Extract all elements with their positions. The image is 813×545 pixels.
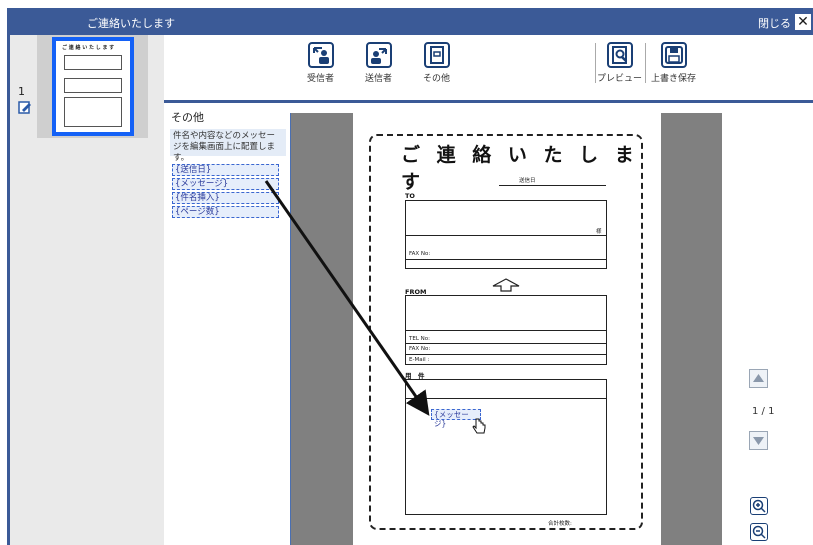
- title-bar: ご連絡いたします 閉じる ✕: [7, 8, 813, 35]
- recipient-icon: [307, 42, 334, 68]
- edit-icon[interactable]: [18, 100, 32, 114]
- thumbnail-panel: ご 連 絡 い た し ま す 1: [10, 35, 164, 545]
- field-page-count[interactable]: {ページ数}: [172, 206, 279, 218]
- from-divider: [406, 354, 606, 355]
- close-label[interactable]: 閉じる: [758, 15, 791, 31]
- toolbar-separator: [595, 43, 596, 83]
- send-date-label: 送信日: [519, 178, 536, 184]
- preview-label: プレビュー: [597, 74, 643, 84]
- preview-button[interactable]: プレビュー: [597, 42, 642, 84]
- other-button[interactable]: その他: [423, 42, 450, 84]
- page-indicator: 1 / 1: [752, 406, 775, 417]
- sender-icon: [365, 42, 392, 68]
- field-subject[interactable]: {件名挿入}: [172, 192, 279, 204]
- fax-to-label: FAX No:: [409, 251, 431, 257]
- total-pages-label: 合計枚数:: [548, 521, 572, 527]
- page-down-button[interactable]: [749, 431, 768, 450]
- fax-from-label: FAX No:: [409, 346, 431, 352]
- send-date-line: [499, 185, 606, 186]
- up-arrow-icon: [492, 278, 520, 292]
- thumbnail-title: ご 連 絡 い た し ま す: [62, 45, 115, 51]
- field-send-date[interactable]: {送信日}: [172, 164, 279, 176]
- preview-icon: [606, 42, 633, 68]
- page-number: 1: [18, 85, 25, 98]
- thumbnail-to-box: [64, 55, 122, 70]
- save-icon: [660, 42, 687, 68]
- other-icon: [423, 42, 450, 68]
- zoom-in-icon: [752, 499, 766, 513]
- other-panel-description: 件名や内容などのメッセージを編集画面上に配置します。: [170, 129, 286, 163]
- field-message[interactable]: {メッセージ}: [172, 178, 279, 190]
- recipient-label: 受信者: [307, 74, 335, 84]
- to-divider: [406, 259, 606, 260]
- tel-label: TEL No:: [409, 336, 430, 342]
- recipient-button[interactable]: 受信者: [307, 42, 334, 84]
- page-up-button[interactable]: [749, 369, 768, 388]
- save-button[interactable]: 上書き保存: [651, 42, 696, 84]
- to-divider: [406, 235, 606, 236]
- sender-label: 送信者: [365, 74, 393, 84]
- zoom-in-button[interactable]: [750, 497, 768, 515]
- other-panel-title: その他: [171, 111, 204, 124]
- email-label: E-Mail :: [409, 357, 430, 363]
- other-label: その他: [423, 74, 451, 84]
- sender-button[interactable]: 送信者: [365, 42, 392, 84]
- to-label: TO: [405, 192, 415, 200]
- zoom-out-icon: [752, 525, 766, 539]
- triangle-up-icon: [753, 374, 764, 382]
- toolbar-separator: [645, 43, 646, 83]
- hand-cursor-icon: [472, 418, 486, 434]
- to-box: 様 FAX No:: [405, 200, 607, 269]
- document-page[interactable]: ご 連 絡 い た し ま す 送信日 TO 様 FAX No: FROM TE…: [353, 113, 661, 545]
- triangle-down-icon: [753, 437, 764, 445]
- toolbar: 受信者 送信者 その他 プレビュー 上書き保存: [164, 35, 813, 102]
- subject-box: [405, 379, 607, 515]
- save-label: 上書き保存: [651, 74, 697, 84]
- zoom-out-button[interactable]: [750, 523, 768, 541]
- thumbnail-subject-box: [64, 97, 122, 127]
- from-divider: [406, 330, 606, 331]
- thumbnail-from-box: [64, 78, 122, 93]
- subject-divider: [406, 398, 606, 399]
- honorific: 様: [596, 229, 602, 235]
- from-box: TEL No: FAX No: E-Mail :: [405, 295, 607, 365]
- other-panel: その他 件名や内容などのメッセージを編集画面上に配置します。 {送信日} {メッ…: [164, 103, 289, 545]
- close-icon[interactable]: ✕: [795, 14, 811, 30]
- window-title: ご連絡いたします: [87, 17, 175, 30]
- from-divider: [406, 343, 606, 344]
- page-thumbnail[interactable]: ご 連 絡 い た し ま す: [52, 37, 134, 136]
